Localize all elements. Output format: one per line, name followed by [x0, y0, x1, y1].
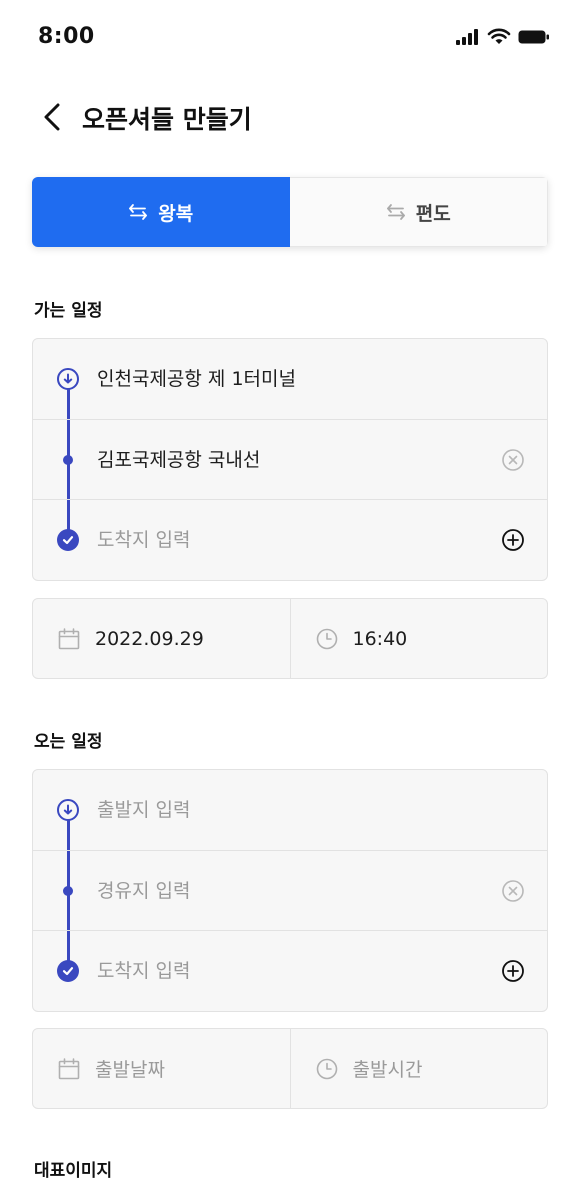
outbound-datetime-box: 2022.09.29 16:40: [32, 598, 548, 679]
inbound-route-box: 출발지 입력 경유지 입력 도착지 입력: [32, 769, 548, 1012]
outbound-departure-row[interactable]: 인천국제공항 제 1터미널: [33, 339, 547, 419]
inbound-waypoint-input[interactable]: 경유지 입력: [97, 851, 190, 931]
inbound-date-field[interactable]: 출발날짜: [33, 1029, 290, 1108]
inbound-departure-input[interactable]: 출발지 입력: [97, 770, 190, 850]
swap-arrows-icon: [386, 204, 405, 220]
arrow-down-circle-icon: [57, 799, 79, 821]
outbound-date-value: 2022.09.29: [95, 627, 204, 650]
waypoint-dot-icon: [63, 455, 73, 465]
check-circle-icon: [57, 529, 79, 551]
calendar-icon: [58, 1057, 80, 1079]
inbound-datetime-box: 출발날짜 출발시간: [32, 1028, 548, 1109]
chevron-left-icon: [44, 103, 60, 131]
add-stop-button[interactable]: [501, 959, 525, 983]
inbound-time-field[interactable]: 출발시간: [289, 1029, 548, 1108]
round-trip-label: 왕복: [158, 202, 194, 225]
add-circle-icon: [502, 960, 524, 982]
one-way-option[interactable]: 편도: [289, 177, 548, 247]
remove-waypoint-button[interactable]: [501, 448, 525, 472]
inbound-destination-row[interactable]: 도착지 입력: [33, 930, 547, 1010]
page-title: 오픈셔들 만들기: [82, 105, 252, 134]
round-trip-option[interactable]: 왕복: [32, 177, 290, 247]
outbound-section-title: 가는 일정: [34, 301, 103, 321]
outbound-destination-input[interactable]: 도착지 입력: [97, 500, 190, 580]
waypoint-dot-icon: [63, 886, 73, 896]
clock-icon: [316, 628, 337, 649]
add-stop-button[interactable]: [501, 528, 525, 552]
outbound-waypoint-text: 김포국제공항 국내선: [97, 449, 261, 471]
status-time: 8:00: [38, 24, 95, 49]
outbound-time-field[interactable]: 16:40: [289, 599, 548, 678]
one-way-label: 편도: [415, 202, 451, 225]
clock-icon: [316, 1058, 337, 1079]
outbound-date-field[interactable]: 2022.09.29: [33, 599, 290, 678]
inbound-waypoint-row[interactable]: 경유지 입력: [33, 850, 547, 930]
add-circle-icon: [502, 529, 524, 551]
trip-type-toggle: 왕복 편도: [32, 177, 548, 247]
clear-circle-icon: [502, 449, 524, 471]
outbound-time-value: 16:40: [352, 627, 408, 650]
inbound-time-placeholder: 출발시간: [352, 1059, 423, 1081]
outbound-departure-text: 인천국제공항 제 1터미널: [97, 368, 296, 390]
outbound-waypoint-row[interactable]: 김포국제공항 국내선: [33, 419, 547, 499]
swap-arrows-icon: [129, 204, 148, 220]
inbound-destination-input[interactable]: 도착지 입력: [97, 931, 190, 1011]
inbound-departure-row[interactable]: 출발지 입력: [33, 770, 547, 850]
inbound-date-placeholder: 출발날짜: [95, 1059, 165, 1081]
outbound-route-box: 인천국제공항 제 1터미널 김포국제공항 국내선 도착지 입력: [32, 338, 548, 581]
header: 오픈셔들 만들기: [0, 92, 580, 142]
cellular-signal-icon: [456, 28, 478, 45]
check-circle-icon: [57, 960, 79, 982]
calendar-icon: [58, 627, 80, 649]
clear-circle-icon: [502, 880, 524, 902]
status-bar: 8:00: [0, 0, 580, 78]
battery-icon: [518, 30, 549, 43]
image-section-title: 대표이미지: [34, 1161, 113, 1181]
wifi-icon: [487, 28, 511, 44]
remove-waypoint-button[interactable]: [501, 879, 525, 903]
back-button[interactable]: [38, 101, 68, 133]
arrow-down-circle-icon: [57, 368, 79, 390]
outbound-destination-row[interactable]: 도착지 입력: [33, 499, 547, 579]
status-icons: [456, 28, 550, 45]
inbound-section-title: 오는 일정: [34, 732, 103, 752]
